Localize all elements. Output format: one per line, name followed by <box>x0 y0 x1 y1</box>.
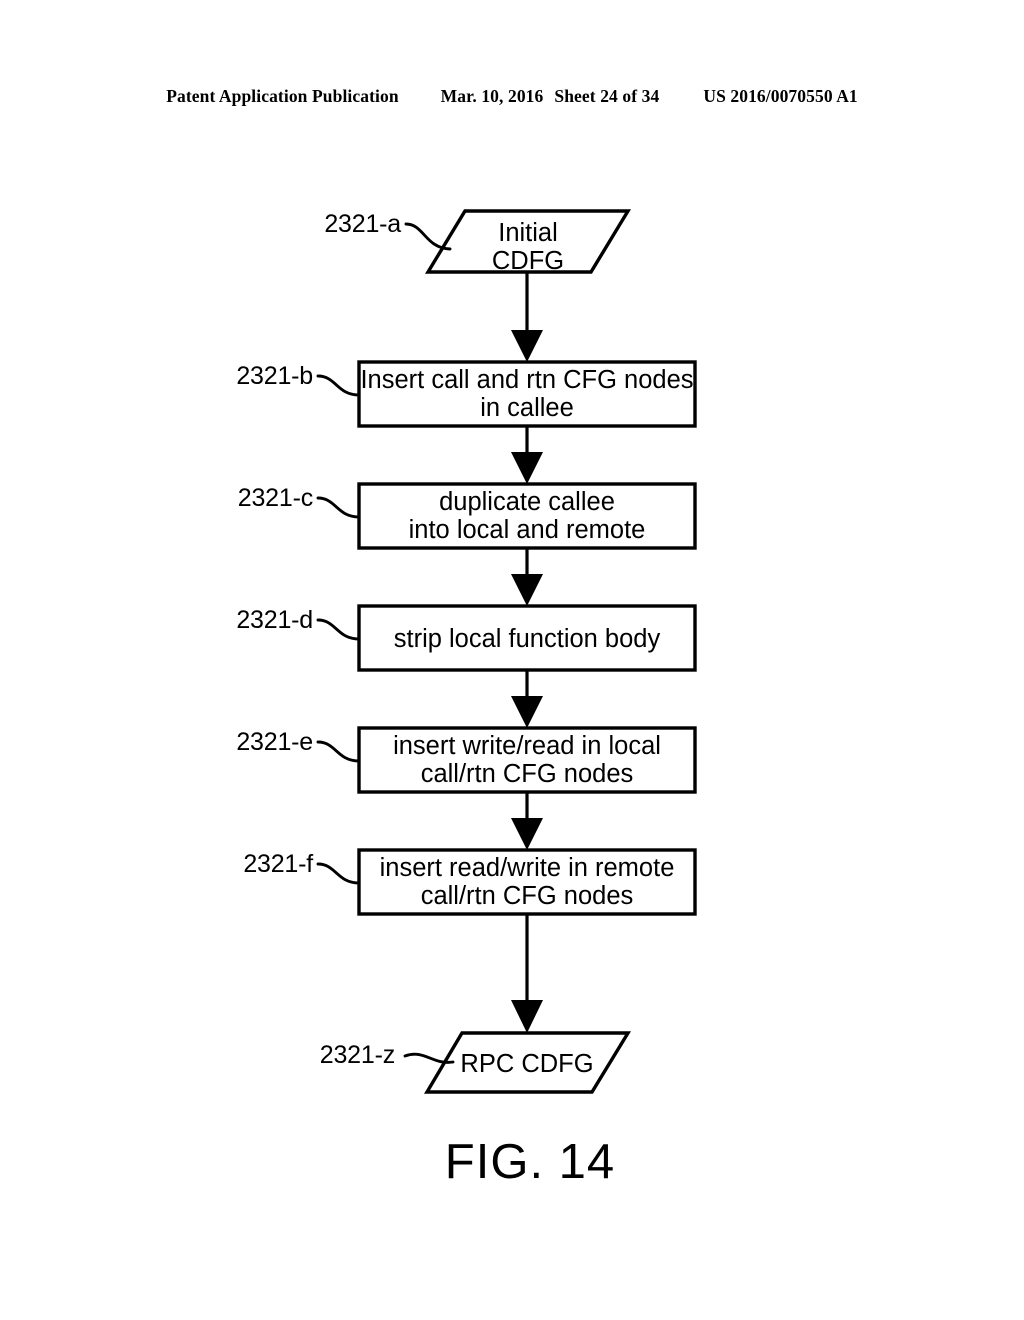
arrow-d-to-e <box>511 670 543 728</box>
leader-line-2321-d <box>316 618 361 641</box>
ref-label-2321-e: 2321-e <box>236 728 313 756</box>
arrow-c-to-d-head <box>511 574 543 606</box>
arrow-a-to-b-head <box>511 330 543 362</box>
arrow-a-to-b <box>511 272 543 362</box>
flowchart-svg: Initial CDFG 2321-a Insert call and rtn … <box>236 209 697 1189</box>
arrow-f-to-z-head <box>511 1000 543 1033</box>
arrow-f-to-z <box>511 914 543 1033</box>
leader-line-2321-b <box>316 374 361 397</box>
ref-label-2321-c: 2321-c <box>238 484 313 512</box>
ref-label-2321-b: 2321-b <box>236 362 313 390</box>
ref-label-2321-a: 2321-a <box>324 210 401 238</box>
node-2321-d-line1: strip local function body <box>394 625 661 653</box>
arrow-b-to-c-head <box>511 452 543 484</box>
node-2321-f-line2: call/rtn CFG nodes <box>421 882 634 910</box>
leader-line-2321-c <box>316 496 361 519</box>
figure-caption: FIG. 14 <box>445 1135 615 1189</box>
ref-label-2321-z: 2321-z <box>320 1041 395 1069</box>
node-2321-a-line2: CDFG <box>492 247 564 275</box>
node-2321-b-line2: in callee <box>480 394 574 422</box>
arrow-b-to-c <box>511 426 543 484</box>
node-2321-d: strip local function body <box>357 604 697 672</box>
figure-14-diagram: Initial CDFG 2321-a Insert call and rtn … <box>0 0 1024 1320</box>
arrow-e-to-f-head <box>511 818 543 850</box>
node-2321-e-line1: insert write/read in local <box>393 732 661 760</box>
node-2321-f: insert read/write in remote call/rtn CFG… <box>357 848 697 916</box>
arrow-d-to-e-head <box>511 696 543 728</box>
node-2321-z-line1: RPC CDFG <box>460 1050 593 1078</box>
patent-figure-page: Patent Application Publication Mar. 10, … <box>0 0 1024 1320</box>
node-2321-f-line1: insert read/write in remote <box>380 854 675 882</box>
leader-line-2321-f <box>316 862 361 885</box>
node-2321-b-line1: Insert call and rtn CFG nodes <box>360 366 693 394</box>
node-2321-z: RPC CDFG <box>424 1031 632 1094</box>
node-2321-b: Insert call and rtn CFG nodes in callee <box>357 360 697 428</box>
node-2321-c: duplicate callee into local and remote <box>357 482 697 550</box>
node-2321-c-line2: into local and remote <box>409 516 646 544</box>
arrow-e-to-f <box>511 792 543 850</box>
ref-label-2321-d: 2321-d <box>236 606 313 634</box>
node-2321-a: Initial CDFG <box>424 209 632 275</box>
arrow-c-to-d <box>511 548 543 606</box>
leader-line-2321-e <box>316 740 361 763</box>
node-2321-a-line1: Initial <box>498 219 558 247</box>
node-2321-e: insert write/read in local call/rtn CFG … <box>357 726 697 794</box>
node-2321-c-line1: duplicate callee <box>439 488 615 516</box>
node-2321-e-line2: call/rtn CFG nodes <box>421 760 634 788</box>
ref-label-2321-f: 2321-f <box>243 850 313 878</box>
